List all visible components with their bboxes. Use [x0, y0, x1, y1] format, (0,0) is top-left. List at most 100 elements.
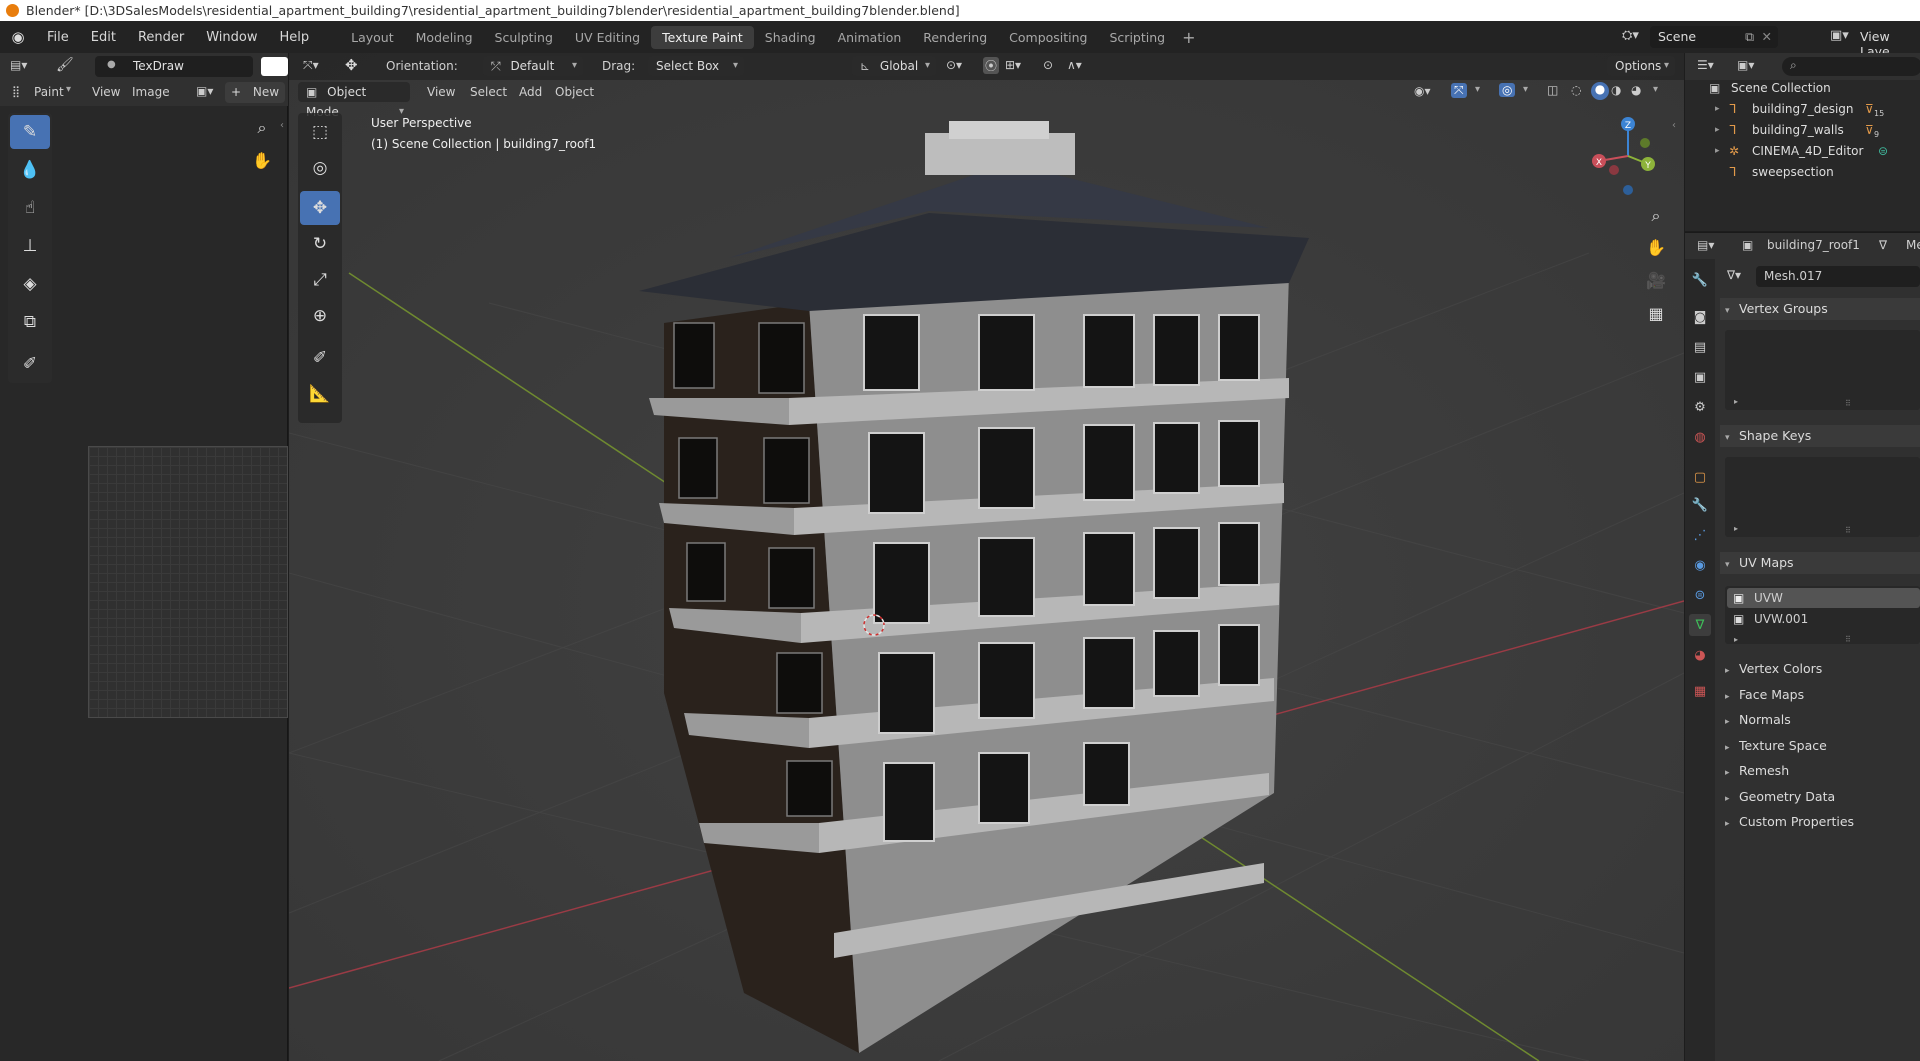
list-expand-icon[interactable]: ▸ [1734, 397, 1738, 406]
menu-edit[interactable]: Edit [80, 30, 127, 45]
viewport-menu-select[interactable]: Select [470, 85, 507, 99]
properties-type-icon[interactable]: ▤▾ [1697, 238, 1714, 252]
section-shape-keys[interactable]: ▾ Shape Keys [1720, 425, 1920, 447]
outliner-type-icon[interactable]: ☰▾ [1697, 58, 1714, 72]
tab-uv-editing[interactable]: UV Editing [564, 26, 651, 49]
world-tab-icon[interactable]: ◍ [1689, 426, 1711, 448]
snap-icon[interactable]: ⦿ [983, 57, 1000, 74]
menu-render[interactable]: Render [127, 30, 195, 45]
select-box-icon[interactable]: ⬚ [300, 115, 340, 149]
annotate-tool-icon[interactable]: ✐ [300, 341, 340, 375]
smear-brush-icon[interactable]: ☝ [10, 191, 50, 225]
section-vertex-groups[interactable]: ▾ Vertex Groups [1720, 298, 1920, 320]
view-layer-tab-icon[interactable]: ▣ [1689, 366, 1711, 388]
tab-rendering[interactable]: Rendering [912, 26, 998, 49]
list-expand-icon[interactable]: ▸ [1734, 524, 1738, 533]
object-mode-dropdown[interactable]: ▣ Object Mode ▾ [298, 82, 410, 119]
outliner-item-cinema4d-editor[interactable]: ▸ ✲ CINEMA_4D_Editor ⊜ [1685, 141, 1920, 162]
solid-shading-icon[interactable]: ● [1591, 82, 1609, 100]
particles-tab-icon[interactable]: ⋰ [1689, 524, 1711, 546]
modifier-tab-icon[interactable]: 🔧 [1689, 494, 1711, 516]
add-workspace-icon[interactable]: + [1176, 28, 1201, 47]
image-canvas[interactable] [88, 446, 288, 718]
output-tab-icon[interactable]: ▤ [1689, 336, 1711, 358]
constraints-tab-icon[interactable]: ⊜ [1689, 584, 1711, 606]
tab-compositing[interactable]: Compositing [998, 26, 1098, 49]
view-layer-icon[interactable]: ▣▾ [1830, 28, 1849, 43]
uv-map-row[interactable]: ▣ UVW [1727, 588, 1920, 608]
pivot-icon[interactable]: ⊙▾ [946, 58, 962, 72]
expand-arrow-icon[interactable]: ▸ [1715, 99, 1720, 120]
display-mode-icon[interactable]: ▣▾ [1737, 58, 1754, 72]
fill-brush-icon[interactable]: ◈ [10, 267, 50, 301]
gizmo-toggle-icon[interactable]: ⤧ [1451, 83, 1467, 98]
physics-tab-icon[interactable]: ◉ [1689, 554, 1711, 576]
section-custom-properties[interactable]: ▸ Custom Properties [1720, 811, 1920, 833]
measure-tool-icon[interactable]: 📐 [300, 377, 340, 411]
soften-brush-icon[interactable]: 💧 [10, 153, 50, 187]
list-resize-icon[interactable]: ⠿ [1845, 399, 1851, 408]
zoom-icon[interactable]: ⌕ [1642, 202, 1670, 230]
viewport-menu-view[interactable]: View [427, 85, 455, 99]
new-image-button[interactable]: + New [225, 82, 285, 103]
options-dropdown[interactable]: Options ▾ [1607, 56, 1675, 76]
tab-shading[interactable]: Shading [754, 26, 827, 49]
section-uv-maps[interactable]: ▾ UV Maps [1720, 552, 1920, 574]
blender-menu-icon[interactable]: ◉ [0, 28, 36, 46]
image-image-menu[interactable]: Image [132, 85, 170, 99]
gizmo-chevron-icon[interactable]: ▾ [1475, 84, 1480, 95]
image-browse-icon[interactable]: ▣▾ [196, 84, 213, 98]
mask-brush-icon[interactable]: ⧉ [10, 305, 50, 339]
expand-arrow-icon[interactable]: ▸ [1715, 120, 1720, 141]
outliner-root[interactable]: ▣ Scene Collection [1685, 78, 1920, 99]
mesh-name-field[interactable]: Mesh.017 [1756, 266, 1920, 287]
outliner-item-sweepsection[interactable]: ᒣ sweepsection [1685, 162, 1920, 183]
shape-keys-list[interactable]: ▸ ⠿ [1725, 457, 1920, 537]
annotate-icon[interactable]: ✐ [10, 347, 50, 381]
snap-target-icon[interactable]: ⊞▾ [1005, 58, 1021, 72]
orientation-dropdown[interactable]: ⤱ Default ▾ [483, 56, 583, 76]
clone-brush-icon[interactable]: ⊥ [10, 229, 50, 263]
section-geometry-data[interactable]: ▸ Geometry Data [1720, 786, 1920, 808]
material-shading-icon[interactable]: ◑ [1611, 83, 1621, 97]
outliner-item-building7-design[interactable]: ▸ ᒣ building7_design ⊽ 15 [1685, 99, 1920, 120]
draw-brush-icon[interactable]: ✎ [10, 115, 50, 149]
transform-orientation-dropdown[interactable]: ⊾ Global ▾ [852, 56, 936, 76]
falloff-icon[interactable]: ∧▾ [1067, 58, 1082, 72]
vertex-groups-list[interactable]: ▸ ⠿ [1725, 330, 1920, 410]
outliner-search-input[interactable]: ⌕ [1782, 57, 1920, 76]
data-tab-icon[interactable]: ∇ [1689, 614, 1711, 636]
image-view-menu[interactable]: View [92, 85, 120, 99]
overlay-toggle-icon[interactable]: ◎ [1499, 83, 1516, 97]
paint-mode-dropdown[interactable]: Paint [34, 85, 64, 99]
overlay-chevron-icon[interactable]: ▾ [1523, 84, 1528, 95]
list-resize-icon[interactable]: ⠿ [1845, 635, 1851, 644]
menu-file[interactable]: File [36, 30, 80, 45]
editor-type-icon[interactable]: ▤▾ [10, 58, 27, 72]
scene-selector-icon[interactable]: ⛭▾ [1622, 28, 1639, 43]
uv-map-row[interactable]: ▣ UVW.001 [1727, 609, 1920, 629]
proportional-edit-icon[interactable]: ⊙ [1043, 58, 1053, 72]
section-vertex-colors[interactable]: ▸ Vertex Colors [1720, 658, 1920, 680]
menu-help[interactable]: Help [269, 30, 321, 45]
3d-viewport[interactable] [289, 53, 1684, 1061]
list-expand-icon[interactable]: ▸ [1734, 635, 1738, 644]
tab-layout[interactable]: Layout [340, 26, 405, 49]
texture-tab-icon[interactable]: ▦ [1689, 680, 1711, 702]
tool-tab-icon[interactable]: 🔧 [1689, 269, 1711, 291]
render-tab-icon[interactable]: ◙ [1689, 306, 1711, 328]
transform-tool-icon[interactable]: ⊕ [300, 299, 340, 333]
tab-animation[interactable]: Animation [827, 26, 913, 49]
outliner-item-building7-walls[interactable]: ▸ ᒣ building7_walls ⊽ 9 [1685, 120, 1920, 141]
delete-scene-icon[interactable]: ✕ [1762, 29, 1772, 44]
transform-tool-icon[interactable]: ⤧▾ [303, 58, 319, 73]
cursor-icon[interactable]: ◎ [300, 151, 340, 185]
brush-field[interactable]: ● TexDraw [95, 56, 253, 77]
scene-field[interactable]: Scene ⧉ ✕ [1650, 26, 1778, 48]
tab-sculpting[interactable]: Sculpting [484, 26, 564, 49]
section-remesh[interactable]: ▸ Remesh [1720, 760, 1920, 782]
navigation-gizmo[interactable]: Z X Y [1588, 116, 1668, 196]
drag-dropdown[interactable]: Select Box ▾ [648, 56, 744, 76]
brush-tool-icon[interactable]: 🖌 [56, 57, 74, 73]
material-tab-icon[interactable]: ◕ [1689, 644, 1711, 666]
